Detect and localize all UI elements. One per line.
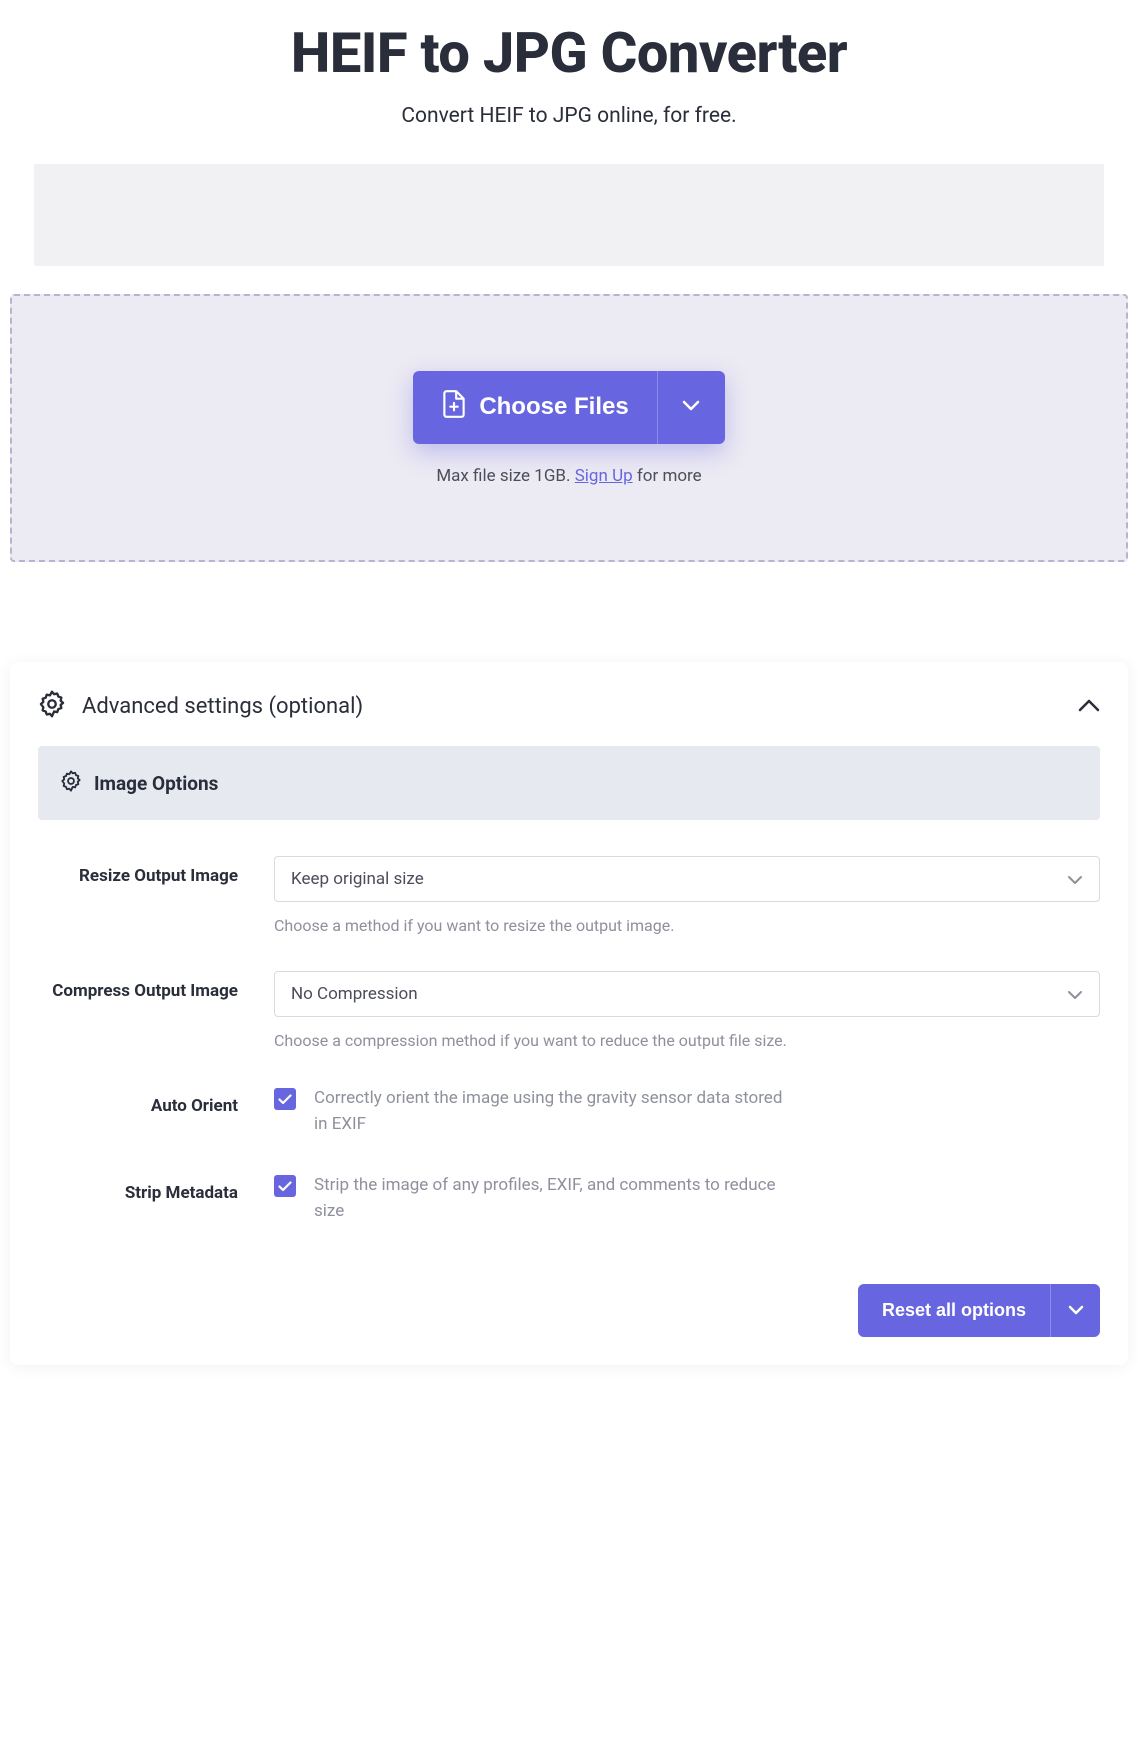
auto-orient-checkbox[interactable] bbox=[274, 1088, 296, 1110]
strip-metadata-desc: Strip the image of any profiles, EXIF, a… bbox=[314, 1173, 794, 1224]
check-icon bbox=[278, 1177, 292, 1196]
reset-options-button[interactable]: Reset all options bbox=[858, 1284, 1050, 1337]
advanced-settings-card: Advanced settings (optional) Image Optio… bbox=[10, 662, 1128, 1365]
chevron-down-icon bbox=[1067, 985, 1083, 1004]
signup-link[interactable]: Sign Up bbox=[575, 466, 633, 486]
strip-metadata-label: Strip Metadata bbox=[125, 1183, 238, 1203]
resize-help: Choose a method if you want to resize th… bbox=[274, 916, 1100, 935]
choose-files-dropdown[interactable] bbox=[657, 371, 725, 444]
resize-select-value: Keep original size bbox=[291, 869, 424, 889]
chevron-down-icon bbox=[682, 400, 700, 415]
reset-options-dropdown[interactable] bbox=[1050, 1284, 1100, 1337]
choose-files-button[interactable]: Choose Files bbox=[413, 371, 656, 444]
chevron-down-icon bbox=[1067, 870, 1083, 889]
auto-orient-label: Auto Orient bbox=[151, 1096, 238, 1116]
page-subtitle: Convert HEIF to JPG online, for free. bbox=[34, 104, 1104, 128]
ad-placeholder bbox=[34, 164, 1104, 266]
file-dropzone[interactable]: Choose Files Max file size 1GB. Sign Up … bbox=[10, 294, 1128, 562]
file-add-icon bbox=[441, 389, 467, 426]
page-title: HEIF to JPG Converter bbox=[34, 20, 1104, 86]
gear-icon bbox=[60, 770, 82, 796]
image-options-title: Image Options bbox=[94, 772, 218, 795]
chevron-down-icon bbox=[1068, 1303, 1084, 1318]
resize-select[interactable]: Keep original size bbox=[274, 856, 1100, 902]
gear-icon bbox=[38, 690, 66, 722]
image-options-header: Image Options bbox=[38, 746, 1100, 820]
check-icon bbox=[278, 1090, 292, 1109]
choose-files-label: Choose Files bbox=[479, 393, 628, 421]
compress-label: Compress Output Image bbox=[52, 981, 238, 1001]
auto-orient-desc: Correctly orient the image using the gra… bbox=[314, 1086, 794, 1137]
resize-label: Resize Output Image bbox=[79, 866, 238, 886]
file-size-hint: Max file size 1GB. Sign Up for more bbox=[436, 466, 701, 486]
compress-help: Choose a compression method if you want … bbox=[274, 1031, 1100, 1050]
chevron-up-icon bbox=[1078, 697, 1100, 716]
strip-metadata-checkbox[interactable] bbox=[274, 1175, 296, 1197]
advanced-settings-title: Advanced settings (optional) bbox=[82, 694, 363, 719]
compress-select-value: No Compression bbox=[291, 984, 418, 1004]
hint-prefix: Max file size 1GB. bbox=[436, 466, 574, 486]
compress-select[interactable]: No Compression bbox=[274, 971, 1100, 1017]
advanced-settings-toggle[interactable]: Advanced settings (optional) bbox=[38, 690, 1100, 722]
hint-suffix: for more bbox=[633, 466, 702, 486]
